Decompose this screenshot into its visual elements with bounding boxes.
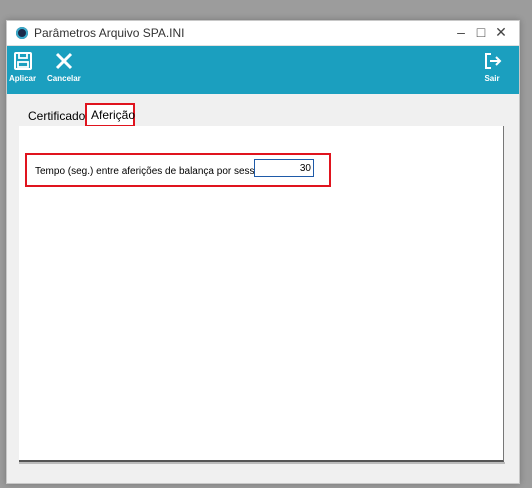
- interval-input[interactable]: [254, 159, 314, 177]
- apply-button[interactable]: Aplicar: [9, 50, 36, 83]
- cancel-button[interactable]: Cancelar: [47, 50, 81, 83]
- exit-button[interactable]: Sair: [481, 50, 503, 83]
- exit-icon: [485, 53, 502, 69]
- close-window-button[interactable]: ✕: [493, 24, 509, 41]
- status-strip: [19, 462, 505, 464]
- title-bar: Parâmetros Arquivo SPA.INI – □ ✕: [7, 21, 519, 46]
- save-icon: [13, 52, 32, 70]
- app-window: Parâmetros Arquivo SPA.INI – □ ✕ Aplicar…: [6, 20, 520, 484]
- apply-label: Aplicar: [9, 74, 37, 83]
- maximize-button[interactable]: □: [473, 24, 489, 40]
- minimize-button[interactable]: –: [453, 24, 469, 40]
- tab-certificado[interactable]: Certificado: [28, 109, 85, 123]
- close-x-icon: [55, 52, 72, 70]
- cancel-label: Cancelar: [47, 74, 81, 83]
- tab-afericao-label: Aferição: [91, 108, 136, 122]
- tab-afericao[interactable]: Aferição: [85, 103, 135, 127]
- toolbar: Aplicar Cancelar Sair: [7, 46, 519, 94]
- interval-label: Tempo (seg.) entre aferições de balança …: [35, 166, 269, 177]
- exit-label: Sair: [484, 74, 500, 83]
- app-logo-icon: [16, 27, 28, 39]
- window-title: Parâmetros Arquivo SPA.INI: [34, 26, 185, 40]
